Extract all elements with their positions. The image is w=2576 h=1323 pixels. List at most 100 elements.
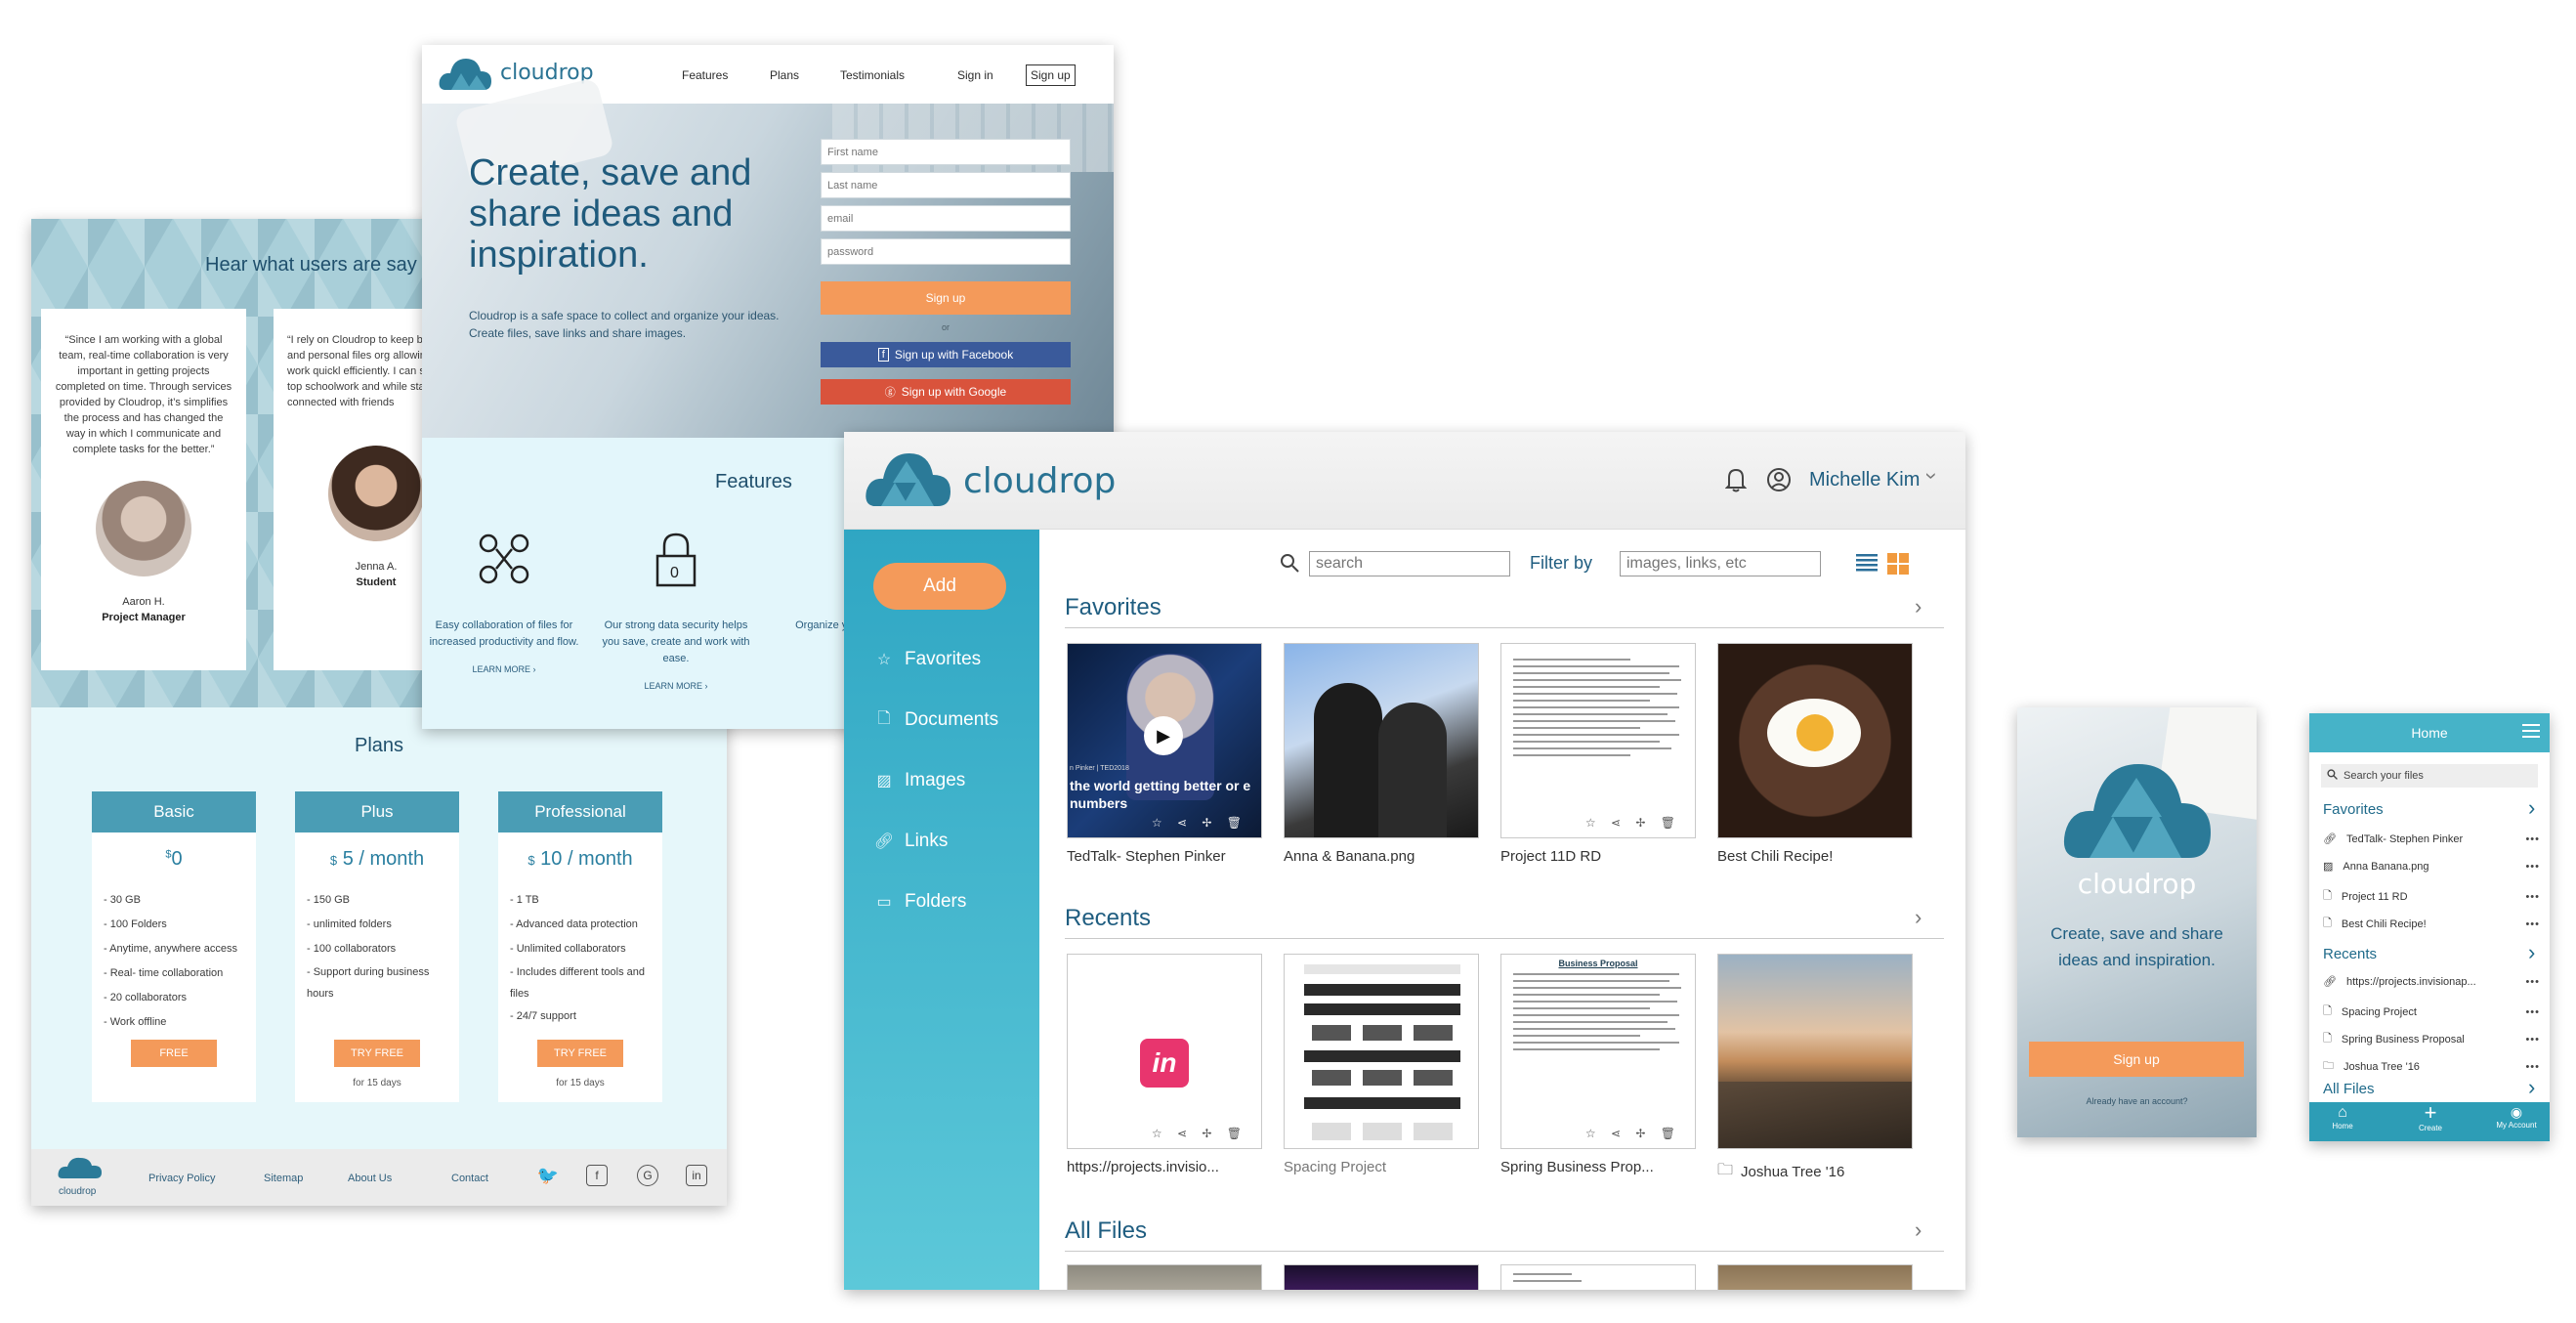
sidebar-item-links[interactable]: 🔗︎ Links: [874, 831, 949, 852]
chevron-right-icon[interactable]: ›: [1915, 905, 1921, 930]
filter-input[interactable]: [1620, 551, 1821, 576]
free-button[interactable]: FREE: [131, 1040, 217, 1067]
hero-subtext: Cloudrop is a safe space to collect and …: [469, 309, 780, 340]
signup-button[interactable]: Sign up: [821, 281, 1071, 315]
recent-tile-joshua-tree[interactable]: [1717, 954, 1913, 1149]
google-signup-button[interactable]: ⓖ Sign up with Google: [821, 379, 1071, 405]
email-field[interactable]: [821, 205, 1071, 232]
try-free-button[interactable]: TRY FREE: [334, 1040, 420, 1067]
learn-more-link[interactable]: LEARN MORE ›: [426, 664, 582, 674]
list-item[interactable]: 🗋 Best Chili Recipe! •••: [2323, 915, 2540, 933]
sign-in-link[interactable]: Already have an account?: [2017, 1096, 2257, 1106]
add-button[interactable]: Add: [873, 563, 1006, 610]
footer-link-contact[interactable]: Contact: [451, 1173, 488, 1184]
grid-view-icon[interactable]: [1887, 553, 1909, 579]
more-icon[interactable]: •••: [2525, 1061, 2540, 1073]
facebook-icon[interactable]: f: [586, 1165, 608, 1186]
tile-actions[interactable]: ☆ ⋖ ✢ 🗑: [1152, 1127, 1247, 1140]
user-name[interactable]: Michelle Kim: [1809, 469, 1920, 491]
user-icon[interactable]: [1766, 467, 1792, 497]
more-icon[interactable]: •••: [2525, 976, 2540, 988]
mobile-all-files-title: All Files: [2323, 1081, 2375, 1097]
chevron-right-icon[interactable]: ›: [2528, 1075, 2535, 1100]
chevron-right-icon[interactable]: ›: [1915, 1217, 1921, 1243]
recent-tile-spacing[interactable]: [1284, 954, 1479, 1149]
sidebar-item-favorites[interactable]: ☆ Favorites: [875, 649, 981, 670]
tab-label: Home: [2332, 1122, 2353, 1131]
favorite-tile-anna-banana[interactable]: [1284, 643, 1479, 838]
wireframe-block: [1312, 1070, 1351, 1086]
chevron-right-icon[interactable]: ›: [2528, 795, 2535, 821]
doc-line: [1513, 1280, 1582, 1282]
sidebar-item-folders[interactable]: ▭ Folders: [875, 891, 966, 913]
more-icon[interactable]: •••: [2525, 1034, 2540, 1046]
plan-feature: - 30 GB: [104, 894, 141, 906]
search-input[interactable]: [1309, 551, 1510, 576]
first-name-field[interactable]: [821, 139, 1071, 165]
favorite-tile-project[interactable]: ☆ ⋖ ✢ 🗑: [1500, 643, 1696, 838]
list-item[interactable]: 🗋 Spring Business Proposal •••: [2323, 1030, 2540, 1048]
tile-actions[interactable]: ☆ ⋖ ✢ 🗑: [1585, 1127, 1681, 1140]
try-free-button[interactable]: TRY FREE: [537, 1040, 623, 1067]
list-item[interactable]: 🔗︎ TedTalk- Stephen Pinker •••: [2323, 832, 2540, 846]
list-item[interactable]: 🗋 Project 11 RD •••: [2323, 887, 2540, 906]
more-icon[interactable]: •••: [2525, 918, 2540, 930]
last-name-field[interactable]: [821, 172, 1071, 198]
password-field[interactable]: [821, 238, 1071, 265]
testimonial-role: Project Manager: [102, 612, 186, 623]
footer-link-sitemap[interactable]: Sitemap: [264, 1173, 303, 1184]
nav-testimonials[interactable]: Testimonials: [840, 68, 905, 82]
recent-tile-proposal[interactable]: Business Proposal ☆ ⋖ ✢ 🗑: [1500, 954, 1696, 1149]
chevron-down-icon[interactable]: ›: [1920, 472, 1945, 479]
chevron-right-icon[interactable]: ›: [2528, 940, 2535, 965]
chevron-right-icon[interactable]: ›: [1915, 594, 1921, 619]
mobile-search-bar[interactable]: Search your files: [2321, 764, 2538, 788]
tile-actions[interactable]: ☆ ⋖ ✢ 🗑: [1585, 816, 1681, 830]
nav-sign-in[interactable]: Sign in: [957, 68, 993, 82]
nav-plans[interactable]: Plans: [770, 68, 799, 82]
twitter-icon[interactable]: 🐦: [537, 1165, 559, 1186]
play-icon[interactable]: ▶: [1144, 716, 1183, 755]
more-icon[interactable]: •••: [2525, 891, 2540, 903]
list-item[interactable]: 🗋 Spacing Project •••: [2323, 1003, 2540, 1021]
sidebar-item-images[interactable]: ▨ Images: [875, 770, 965, 791]
file-tile[interactable]: [1067, 1264, 1262, 1290]
recent-tile-invision[interactable]: in ☆ ⋖ ✢ 🗑: [1067, 954, 1262, 1149]
bell-icon[interactable]: [1724, 467, 1748, 498]
tab-home[interactable]: ⌂ Home: [2323, 1104, 2362, 1131]
facebook-signup-button[interactable]: f Sign up with Facebook: [821, 342, 1071, 367]
tab-create[interactable]: + Create: [2409, 1102, 2452, 1133]
list-item[interactable]: 🔗︎ https://projects.invisionap... •••: [2323, 975, 2540, 989]
footer-link-about[interactable]: About Us: [348, 1173, 392, 1184]
testimonial-card: “Since I am working with a global team, …: [41, 309, 246, 670]
linkedin-icon[interactable]: in: [686, 1165, 707, 1186]
favorite-tile-tedtalk[interactable]: ▶ n Pinker | TED2018 the world getting b…: [1067, 643, 1262, 838]
list-item[interactable]: 🗀 Joshua Tree '16 •••: [2323, 1057, 2540, 1076]
menu-icon[interactable]: [2522, 723, 2540, 744]
sidebar-item-documents[interactable]: 🗋 Documents: [875, 709, 999, 731]
plans-title: Plans: [354, 735, 404, 756]
nav-sign-up[interactable]: Sign up: [1026, 64, 1076, 86]
tile-actions[interactable]: ☆ ⋖ ✢ 🗑: [1152, 816, 1247, 830]
mobile-home-screen: Home Search your files Favorites › 🔗︎ Ted…: [2309, 713, 2550, 1141]
favorite-tile-chili[interactable]: [1717, 643, 1913, 838]
google-icon[interactable]: G: [637, 1165, 658, 1186]
file-tile[interactable]: [1500, 1264, 1696, 1290]
list-view-icon[interactable]: [1856, 553, 1878, 577]
file-tile[interactable]: [1284, 1264, 1479, 1290]
signup-button[interactable]: Sign up: [2029, 1042, 2244, 1077]
learn-more-link[interactable]: LEARN MORE ›: [598, 681, 754, 691]
doc-line: [1513, 1028, 1675, 1030]
wireframe-bar: [1304, 1097, 1460, 1109]
more-icon[interactable]: •••: [2525, 833, 2540, 845]
footer-link-privacy[interactable]: Privacy Policy: [148, 1173, 215, 1184]
wireframe-block: [1363, 1070, 1402, 1086]
more-icon[interactable]: •••: [2525, 1006, 2540, 1018]
file-tile[interactable]: [1717, 1264, 1913, 1290]
list-item[interactable]: ▨ Anna Banana.png •••: [2323, 860, 2540, 874]
nav-features[interactable]: Features: [682, 68, 728, 82]
more-icon[interactable]: •••: [2525, 861, 2540, 873]
doc-title: Business Proposal: [1558, 959, 1638, 968]
tab-my-account[interactable]: ◉ My Account: [2489, 1104, 2544, 1130]
search-icon[interactable]: [1280, 553, 1299, 577]
